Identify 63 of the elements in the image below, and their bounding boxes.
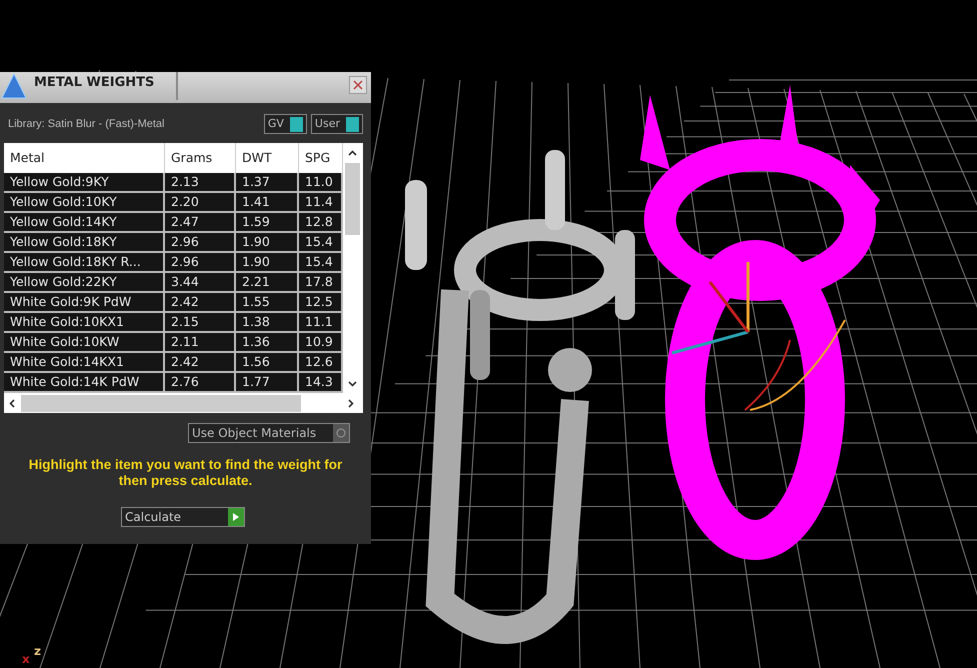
table-cell: 14.3 xyxy=(299,373,343,393)
table-cell: 1.56 xyxy=(236,353,299,373)
table-cell: White Gold:10KW xyxy=(4,333,165,353)
table-cell: 2.42 xyxy=(165,293,236,313)
table-cell: 1.41 xyxy=(236,193,299,213)
table-cell: 2.96 xyxy=(165,233,236,253)
radio-icon xyxy=(336,428,346,438)
table-cell: 2.42 xyxy=(165,353,236,373)
table-cell: 2.21 xyxy=(236,273,299,293)
table-cell: Yellow Gold:18KY xyxy=(4,233,165,253)
library-label: Library: Satin Blur - (Fast)-Metal xyxy=(8,116,164,132)
table-cell: 1.38 xyxy=(236,313,299,333)
table-cell: 2.11 xyxy=(165,333,236,353)
calculate-button[interactable]: Calculate xyxy=(121,507,245,527)
table-cell: 12.6 xyxy=(299,353,343,373)
table-cell: 11.4 xyxy=(299,193,343,213)
table-cell: 1.90 xyxy=(236,233,299,253)
table-cell: White Gold:14K PdW xyxy=(4,373,165,393)
table-cell: 2.96 xyxy=(165,253,236,273)
chevron-icon xyxy=(8,399,17,408)
table-cell: 12.8 xyxy=(299,213,343,233)
chevron-icon xyxy=(348,379,357,388)
table-cell: 15.4 xyxy=(299,233,343,253)
table-cell: 1.37 xyxy=(236,173,299,193)
table-cell: 11.1 xyxy=(299,313,343,333)
table-cell: 2.47 xyxy=(165,213,236,233)
toggle-switch[interactable]: GV xyxy=(264,114,307,134)
close-button[interactable] xyxy=(349,76,367,94)
scrollbar-thumb[interactable] xyxy=(21,394,301,412)
table-cell: 3.44 xyxy=(165,273,236,293)
toggle-switch[interactable]: User xyxy=(310,114,363,134)
table-cell: 12.5 xyxy=(299,293,343,313)
table-cell: White Gold:14KX1 xyxy=(4,353,165,373)
table-cell: 1.55 xyxy=(236,293,299,313)
close-icon xyxy=(353,80,363,90)
chevron-icon xyxy=(346,399,355,408)
table-cell: White Gold:9K PdW xyxy=(4,293,165,313)
play-icon xyxy=(232,512,240,522)
table-cell: Yellow Gold:18KY R... xyxy=(4,253,165,273)
axis-label: x xyxy=(22,651,30,668)
table-cell: Yellow Gold:14KY xyxy=(4,213,165,233)
checkbox[interactable]: Use Object Materials xyxy=(188,423,350,443)
table-cell: 10.9 xyxy=(299,333,343,353)
table-cell: 2.15 xyxy=(165,313,236,333)
table-cell: 1.90 xyxy=(236,253,299,273)
table-cell: 11.0 xyxy=(299,173,343,193)
table-cell: Yellow Gold:22KY xyxy=(4,273,165,293)
table-cell: 2.13 xyxy=(165,173,236,193)
axis-label: z xyxy=(34,643,41,660)
table-cell: Yellow Gold:10KY xyxy=(4,193,165,213)
hint-text: Highlight the item you want to find the weight for then press calculate. xyxy=(28,456,344,489)
table-cell: 1.59 xyxy=(236,213,299,233)
table-cell: 1.36 xyxy=(236,333,299,353)
table-cell: Yellow Gold:9KY xyxy=(4,173,165,193)
chevron-icon xyxy=(348,149,357,158)
panel-title: METAL WEIGHTS xyxy=(28,72,178,100)
table-cell: 2.20 xyxy=(165,193,236,213)
table-cell: 17.8 xyxy=(299,273,343,293)
table-cell: White Gold:10KX1 xyxy=(4,313,165,333)
table-cell: 1.77 xyxy=(236,373,299,393)
table-cell: 2.76 xyxy=(165,373,236,393)
scrollbar-thumb[interactable] xyxy=(345,163,360,235)
table-cell: 15.4 xyxy=(299,253,343,273)
